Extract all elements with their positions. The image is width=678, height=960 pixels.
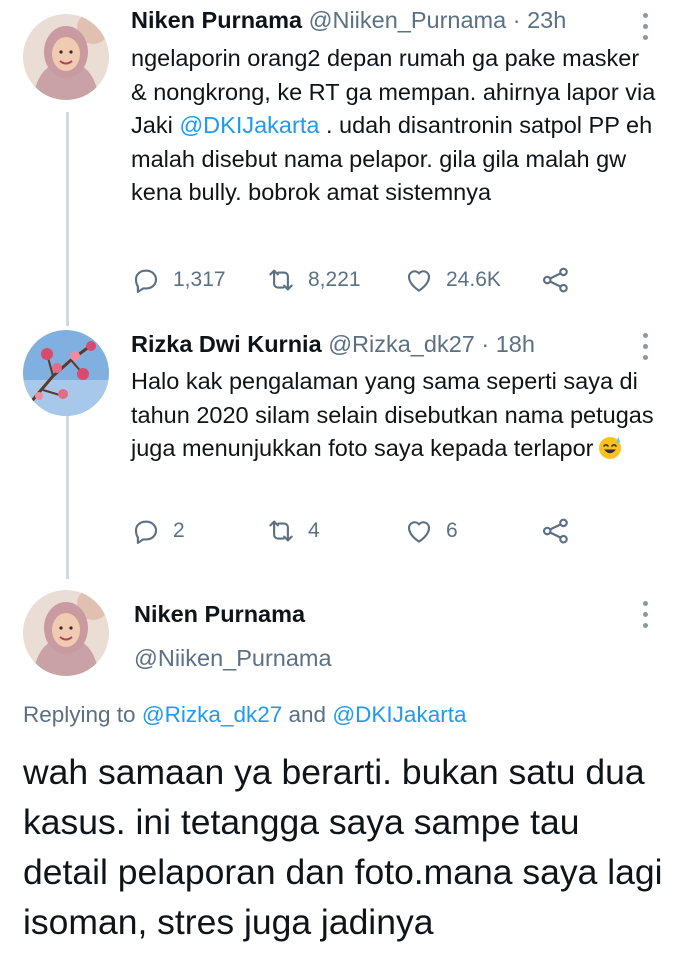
thread-line — [66, 409, 69, 579]
tweet-actions: 2 4 6 — [131, 513, 591, 549]
reply-button[interactable]: 2 — [131, 513, 185, 549]
retweet-icon — [269, 520, 293, 542]
retweet-count: 8,221 — [308, 268, 361, 291]
more-vertical-icon[interactable] — [635, 598, 655, 634]
retweet-button[interactable]: 4 — [266, 513, 320, 549]
author-handle[interactable]: @Niiken_Purnama — [134, 645, 332, 672]
avatar-rizka[interactable] — [23, 330, 109, 416]
heart-icon — [407, 521, 431, 543]
main-tweet-text: wah samaan ya berarti. bukan satu dua ka… — [23, 752, 663, 942]
replying-prefix: Replying to — [23, 702, 136, 727]
reply-icon — [134, 520, 158, 544]
sweat-smile-emoji-icon — [599, 437, 622, 460]
retweet-count: 4 — [308, 519, 320, 542]
tweet-text: ngelaporin orang2 depan rumah ga pake ma… — [131, 42, 656, 210]
tweet-header: Niken Purnama @Niiken_Purnama · 23h — [131, 7, 566, 34]
author-handle[interactable]: @Rizka_dk27 — [328, 331, 475, 357]
avatar-image — [23, 590, 109, 676]
author-name[interactable]: Niken Purnama — [134, 601, 305, 628]
more-vertical-icon[interactable] — [635, 10, 655, 46]
mention-link[interactable]: @DKIJakarta — [332, 702, 466, 727]
avatar-image — [23, 330, 109, 416]
like-button[interactable]: 6 — [404, 513, 458, 549]
author-name[interactable]: Rizka Dwi Kurnia — [131, 331, 322, 357]
like-count: 24.6K — [446, 268, 501, 291]
tweet-text: Halo kak pengalaman yang sama seperti sa… — [131, 365, 656, 466]
share-icon — [542, 267, 568, 293]
reply-icon — [134, 269, 158, 293]
mention-link[interactable]: @DKIJakarta — [179, 112, 319, 138]
retweet-button[interactable]: 8,221 — [266, 262, 361, 298]
tweet-actions: 1,317 8,221 24.6K — [131, 262, 591, 298]
author-handle[interactable]: @Niiken_Purnama — [309, 7, 507, 33]
tweet-time[interactable]: · 18h — [481, 331, 535, 357]
more-vertical-icon[interactable] — [635, 330, 655, 366]
retweet-icon — [269, 269, 293, 291]
share-button[interactable] — [541, 513, 571, 549]
like-button[interactable]: 24.6K — [404, 262, 501, 298]
reply-count: 1,317 — [173, 268, 226, 291]
avatar-niken[interactable] — [23, 590, 109, 676]
like-count: 6 — [446, 519, 458, 542]
thread-line — [66, 112, 69, 326]
reply-button[interactable]: 1,317 — [131, 262, 226, 298]
tweet-header: Rizka Dwi Kurnia @Rizka_dk27 · 18h — [131, 331, 535, 358]
replying-and: and — [288, 702, 327, 727]
share-icon — [542, 518, 568, 544]
reply-count: 2 — [173, 519, 185, 542]
avatar-niken[interactable] — [23, 14, 109, 100]
share-button[interactable] — [541, 262, 571, 298]
tweet-time[interactable]: · 23h — [513, 7, 567, 33]
mention-link[interactable]: @Rizka_dk27 — [142, 702, 282, 727]
replying-to: Replying to @Rizka_dk27 and @DKIJakarta — [23, 702, 466, 728]
heart-icon — [407, 270, 431, 292]
avatar-image — [23, 14, 109, 100]
author-name[interactable]: Niken Purnama — [131, 7, 302, 33]
tweet-text-part: Halo kak pengalaman yang sama seperti sa… — [131, 368, 654, 462]
